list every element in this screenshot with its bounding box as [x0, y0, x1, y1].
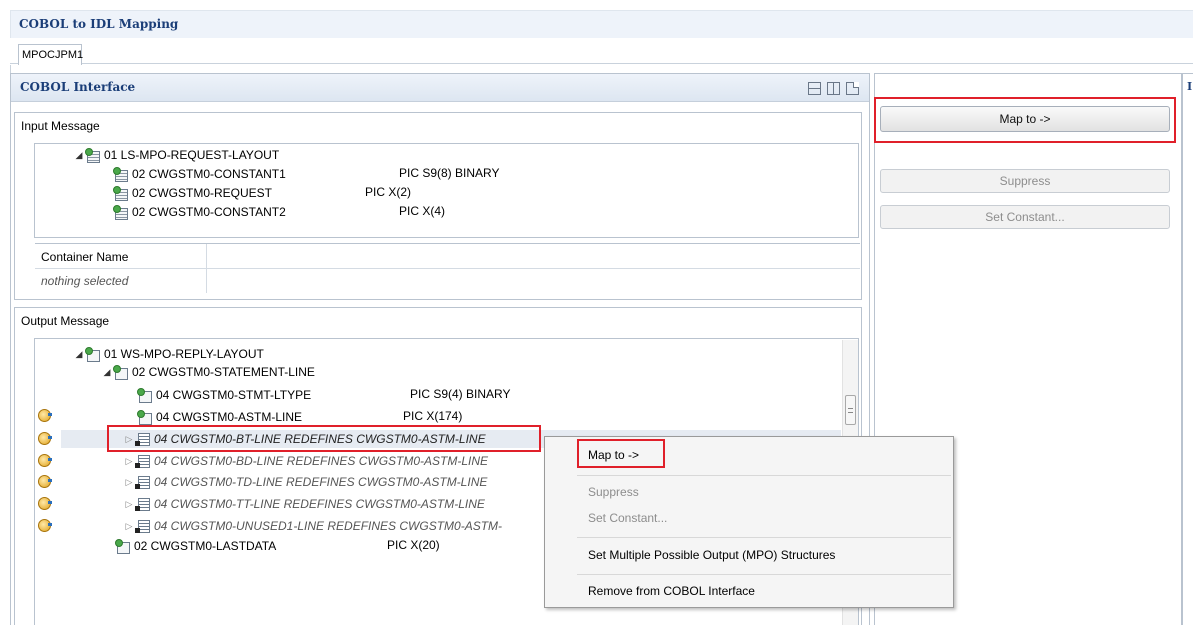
container-empty-text: nothing selected — [35, 269, 207, 293]
expanded-arrow-icon[interactable]: ◢ — [73, 349, 85, 360]
output-field-icon — [137, 410, 152, 425]
tree-node[interactable]: 02 CWGSTM0-CONSTANT1 — [113, 165, 286, 183]
tree-node-label: 04 CWGSTM0-STMT-LTYPE — [156, 388, 312, 402]
cobol-interface-title: COBOL Interface — [20, 80, 136, 94]
input-message-label: Input Message — [21, 119, 100, 133]
scrollbar-thumb[interactable] — [845, 395, 856, 425]
idl-panel-title: I — [1187, 80, 1193, 93]
redefine-choice-icon[interactable] — [37, 473, 53, 488]
expanded-arrow-icon[interactable]: ◢ — [73, 150, 85, 161]
cobol-interface-header: COBOL Interface — [11, 74, 869, 102]
tree-node-label: 04 CWGSTM0-UNUSED1-LINE REDEFINES CWGSTM… — [154, 519, 503, 533]
output-structure-icon — [85, 347, 100, 362]
tree-node-label: 04 CWGSTM0-ASTM-LINE — [156, 410, 303, 424]
menu-item-suppress[interactable]: Suppress — [588, 485, 639, 499]
map-to-highlight — [874, 97, 1176, 143]
input-field-icon — [113, 167, 128, 182]
redefine-choice-icon[interactable] — [37, 517, 53, 532]
tree-node-label: 04 CWGSTM0-TT-LINE REDEFINES CWGSTM0-AST… — [154, 497, 485, 511]
container-name-header: Container Name — [35, 244, 207, 268]
container-table-header: Container Name — [35, 244, 860, 269]
tab-bar: MPOCJPM1 — [10, 40, 1193, 65]
collapsed-arrow-icon[interactable]: ▷ — [123, 499, 135, 510]
selected-node-highlight — [107, 425, 541, 452]
set-constant-button[interactable]: Set Constant... — [880, 205, 1170, 229]
redefines-icon — [135, 519, 150, 533]
tree-node[interactable]: ▷ 04 CWGSTM0-UNUSED1-LINE REDEFINES CWGS… — [123, 517, 502, 535]
horizontal-layout-icon[interactable] — [808, 82, 821, 95]
menu-separator — [577, 574, 951, 575]
redefine-choice-icon[interactable] — [37, 495, 53, 510]
output-message-label: Output Message — [21, 314, 110, 328]
tree-node-label: 02 CWGSTM0-CONSTANT2 — [132, 205, 286, 219]
tree-node-label: 01 LS-MPO-REQUEST-LAYOUT — [104, 148, 280, 162]
output-field-icon — [115, 539, 130, 554]
pic-clause: PIC X(4) — [399, 204, 446, 218]
layout-toggle-group — [808, 82, 859, 95]
pic-clause: PIC S9(8) BINARY — [399, 166, 500, 180]
container-table: Container Name nothing selected — [35, 243, 860, 298]
tree-node[interactable]: 04 CWGSTM0-STMT-LTYPE — [137, 386, 311, 404]
redefine-choice-icon[interactable] — [37, 430, 53, 445]
tree-node-label: 04 CWGSTM0-BD-LINE REDEFINES CWGSTM0-AST… — [154, 454, 489, 468]
editor-title: COBOL to IDL Mapping — [10, 10, 1193, 38]
expanded-arrow-icon[interactable]: ◢ — [101, 367, 113, 378]
redefines-icon — [135, 497, 150, 511]
tree-node[interactable]: 02 CWGSTM0-REQUEST — [113, 184, 272, 202]
tree-node[interactable]: 04 CWGSTM0-ASTM-LINE — [137, 408, 302, 426]
menu-separator — [577, 537, 951, 538]
single-layout-icon[interactable] — [846, 82, 859, 95]
collapsed-arrow-icon[interactable]: ▷ — [123, 521, 135, 532]
idl-interface-panel: I — [1182, 73, 1193, 625]
menu-item-remove[interactable]: Remove from COBOL Interface — [588, 584, 755, 598]
input-field-icon — [113, 186, 128, 201]
pic-clause: PIC X(20) — [387, 538, 440, 552]
pic-clause: PIC X(174) — [403, 409, 463, 423]
tree-node-label: 02 CWGSTM0-CONSTANT1 — [132, 167, 286, 181]
collapsed-arrow-icon[interactable]: ▷ — [123, 456, 135, 467]
tree-node[interactable]: ◢ 01 WS-MPO-REPLY-LAYOUT — [73, 345, 264, 363]
context-map-to-highlight — [577, 439, 665, 468]
vertical-layout-icon[interactable] — [827, 82, 840, 95]
tab-mpocjpm1[interactable]: MPOCJPM1 — [18, 44, 83, 65]
redefine-choice-icon[interactable] — [37, 452, 53, 467]
collapsed-arrow-icon[interactable]: ▷ — [123, 477, 135, 488]
output-structure-icon — [113, 365, 128, 380]
output-field-icon — [137, 388, 152, 403]
redefines-icon — [135, 475, 150, 489]
tree-node[interactable]: ◢ 02 CWGSTM0-STATEMENT-LINE — [101, 363, 315, 381]
tree-node[interactable]: 02 CWGSTM0-LASTDATA — [115, 537, 276, 555]
tree-node-label: 02 CWGSTM0-REQUEST — [132, 186, 273, 200]
tree-node-label: 02 CWGSTM0-LASTDATA — [134, 539, 277, 553]
table-row[interactable]: nothing selected — [35, 269, 860, 293]
menu-separator — [577, 475, 951, 476]
tree-node-label: 02 CWGSTM0-STATEMENT-LINE — [132, 365, 315, 379]
input-field-icon — [113, 205, 128, 220]
suppress-button[interactable]: Suppress — [880, 169, 1170, 193]
menu-item-set-constant[interactable]: Set Constant... — [588, 511, 667, 525]
tree-node-label: 01 WS-MPO-REPLY-LAYOUT — [104, 347, 264, 361]
tree-node[interactable]: ▷ 04 CWGSTM0-TD-LINE REDEFINES CWGSTM0-A… — [123, 473, 487, 491]
input-structure-icon — [85, 148, 100, 163]
redefine-choice-icon[interactable] — [37, 407, 53, 422]
redefines-icon — [135, 454, 150, 468]
tree-node[interactable]: ◢ 01 LS-MPO-REQUEST-LAYOUT — [73, 146, 279, 164]
tree-node-label: 04 CWGSTM0-TD-LINE REDEFINES CWGSTM0-AST… — [154, 475, 488, 489]
tree-node[interactable]: ▷ 04 CWGSTM0-TT-LINE REDEFINES CWGSTM0-A… — [123, 495, 485, 513]
tree-node[interactable]: 02 CWGSTM0-CONSTANT2 — [113, 203, 286, 221]
pic-clause: PIC X(2) — [365, 185, 412, 199]
input-message-tree[interactable]: ◢ 01 LS-MPO-REQUEST-LAYOUT 02 CWGSTM0-CO… — [34, 143, 859, 238]
pic-clause: PIC S9(4) BINARY — [410, 387, 511, 401]
tree-node[interactable]: ▷ 04 CWGSTM0-BD-LINE REDEFINES CWGSTM0-A… — [123, 452, 488, 470]
menu-item-set-mpo[interactable]: Set Multiple Possible Output (MPO) Struc… — [588, 548, 835, 562]
